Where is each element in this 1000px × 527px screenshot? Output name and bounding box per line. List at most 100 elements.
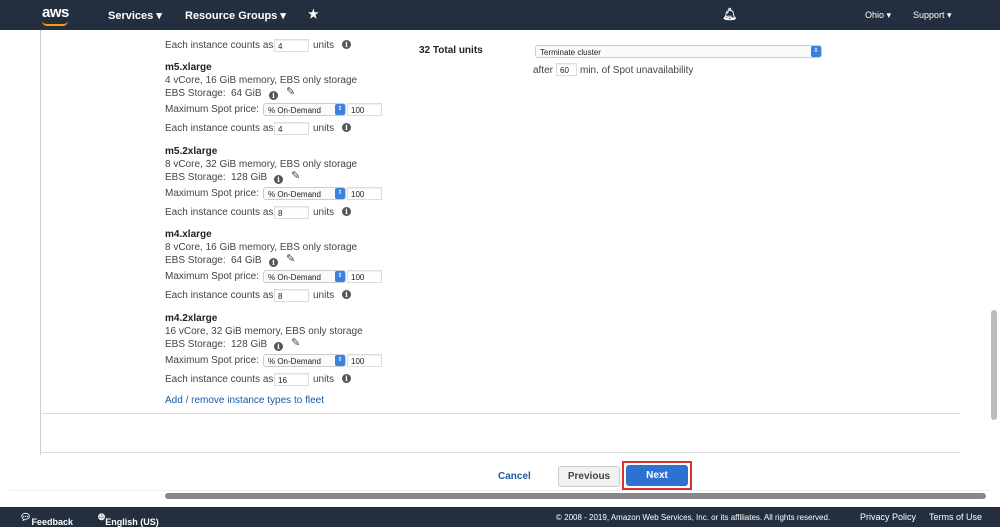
instance-description: 16 vCore, 32 GiB memory, EBS only storag…	[165, 325, 363, 337]
copyright: © 2008 - 2019, Amazon Web Services, Inc.…	[556, 513, 831, 522]
ebs-value: 64 GiB	[231, 88, 262, 99]
ebs-value: 128 GiB	[231, 338, 268, 350]
select-value: % On-Demand	[268, 106, 321, 115]
info-icon[interactable]: i	[342, 40, 351, 49]
after-suffix-label: min. of Spot unavailability	[580, 65, 694, 76]
count-input[interactable]: 8	[274, 205, 309, 219]
terms-of-use-link[interactable]: Terms of Use	[929, 512, 982, 522]
units-label: units	[313, 123, 335, 134]
feedback-link[interactable]: 💬︎ Feedback	[20, 512, 73, 527]
count-input[interactable]: 4	[274, 39, 309, 52]
divider	[10, 490, 990, 491]
total-units: 32 Total units	[419, 45, 483, 56]
spot-price-label: Maximum Spot price:	[165, 354, 259, 366]
provisioning-timeout-action-select[interactable]: Terminate cluster ⇕	[535, 45, 822, 58]
footer: 💬︎ Feedback 🌐︎ English (US) © 2008 - 201…	[0, 507, 1000, 527]
divider	[40, 452, 960, 453]
count-input[interactable]: 4	[274, 122, 309, 135]
units-label: units	[313, 40, 335, 51]
edit-pencil-icon[interactable]: ✎	[291, 336, 300, 349]
select-arrows-icon: ⇕	[335, 271, 345, 282]
select-value: Terminate cluster	[540, 48, 601, 57]
ebs-label: EBS Storage:	[165, 88, 226, 99]
units-label: units	[313, 206, 335, 218]
minutes-input[interactable]: 60	[556, 63, 577, 76]
spot-price-label: Maximum Spot price:	[165, 187, 259, 199]
region-menu[interactable]: Ohio ▾	[865, 10, 891, 21]
spot-price-label: Maximum Spot price:	[165, 104, 259, 115]
info-icon[interactable]: i	[269, 258, 278, 267]
count-input[interactable]: 16	[274, 372, 309, 386]
ebs-label: EBS Storage:	[165, 255, 226, 266]
instance-name: m5.xlarge	[165, 62, 212, 73]
instance-name: m4.xlarge	[165, 229, 212, 240]
count-input[interactable]: 8	[274, 289, 309, 302]
ebs-label: EBS Storage:	[165, 171, 226, 183]
info-icon[interactable]: i	[269, 91, 278, 100]
language-selector[interactable]: 🌐︎ English (US)	[98, 512, 159, 527]
ebs-value: 64 GiB	[231, 255, 262, 266]
region-label: Ohio	[865, 10, 885, 20]
divider	[40, 413, 960, 414]
feedback-label: Feedback	[31, 517, 73, 527]
vertical-scrollbar[interactable]	[991, 310, 997, 420]
after-label: after	[533, 65, 554, 76]
edit-pencil-icon[interactable]: ✎	[286, 85, 295, 98]
select-value: % On-Demand	[268, 356, 321, 366]
instance-description: 8 vCore, 16 GiB memory, EBS only storage	[165, 242, 358, 253]
count-label: Each instance counts as	[165, 373, 274, 385]
support-menu[interactable]: Support ▾	[913, 10, 952, 21]
previous-button[interactable]: Previous	[558, 466, 620, 487]
cancel-button[interactable]: Cancel	[498, 471, 531, 482]
info-icon[interactable]: i	[274, 341, 283, 351]
info-icon[interactable]: i	[342, 123, 351, 132]
top-nav: aws Services ▾ Resource Groups ▾ ★ 🔔︎ Oh…	[0, 0, 1000, 30]
count-label: Each instance counts as	[165, 40, 274, 51]
spot-price-type-select[interactable]: % On-Demand ⇕	[263, 186, 346, 200]
pin-icon[interactable]: ★	[308, 7, 319, 21]
count-label: Each instance counts as	[165, 206, 274, 218]
resource-groups-label: Resource Groups	[185, 10, 278, 22]
select-arrows-icon: ⇕	[335, 187, 345, 199]
spot-price-input[interactable]: 100	[347, 103, 382, 116]
bell-icon[interactable]: 🔔︎	[722, 7, 737, 21]
count-label: Each instance counts as	[165, 290, 274, 301]
spot-price-type-select[interactable]: % On-Demand ⇕	[263, 353, 346, 367]
divider	[40, 30, 41, 455]
select-arrows-icon: ⇕	[335, 354, 345, 366]
select-arrows-icon: ⇕	[335, 104, 345, 115]
spot-price-type-select[interactable]: % On-Demand ⇕	[263, 270, 346, 283]
edit-pencil-icon[interactable]: ✎	[291, 169, 300, 182]
info-icon[interactable]: i	[342, 373, 351, 383]
ebs-label: EBS Storage:	[165, 338, 226, 350]
units-label: units	[313, 373, 335, 385]
add-remove-instance-types-link[interactable]: Add / remove instance types to fleet	[165, 395, 324, 406]
main-content	[0, 30, 1000, 507]
instance-description: 4 vCore, 16 GiB memory, EBS only storage	[165, 75, 358, 86]
select-arrows-icon: ⇕	[811, 46, 821, 57]
instance-description: 8 vCore, 32 GiB memory, EBS only storage	[165, 158, 358, 170]
language-label: English (US)	[105, 517, 159, 527]
spot-price-input[interactable]: 100	[347, 270, 382, 283]
info-icon[interactable]: i	[274, 174, 283, 184]
next-button[interactable]: Next	[626, 465, 688, 486]
select-value: % On-Demand	[268, 189, 321, 199]
aws-logo[interactable]: aws	[42, 4, 69, 21]
instance-name: m4.2xlarge	[165, 312, 218, 324]
support-label: Support	[913, 10, 945, 20]
spot-price-type-select[interactable]: % On-Demand ⇕	[263, 103, 346, 116]
units-label: units	[313, 290, 335, 301]
horizontal-scrollbar[interactable]	[165, 493, 986, 499]
services-menu[interactable]: Services ▾	[108, 9, 162, 22]
aws-smile-icon	[42, 21, 68, 26]
ebs-value: 128 GiB	[231, 171, 268, 183]
services-label: Services	[108, 10, 154, 22]
privacy-policy-link[interactable]: Privacy Policy	[860, 512, 916, 522]
info-icon[interactable]: i	[342, 206, 351, 216]
spot-price-input[interactable]: 100	[347, 186, 382, 200]
spot-price-input[interactable]: 100	[347, 353, 382, 367]
info-icon[interactable]: i	[342, 290, 351, 299]
resource-groups-menu[interactable]: Resource Groups ▾	[185, 9, 286, 22]
spot-price-label: Maximum Spot price:	[165, 271, 259, 282]
edit-pencil-icon[interactable]: ✎	[286, 252, 295, 265]
